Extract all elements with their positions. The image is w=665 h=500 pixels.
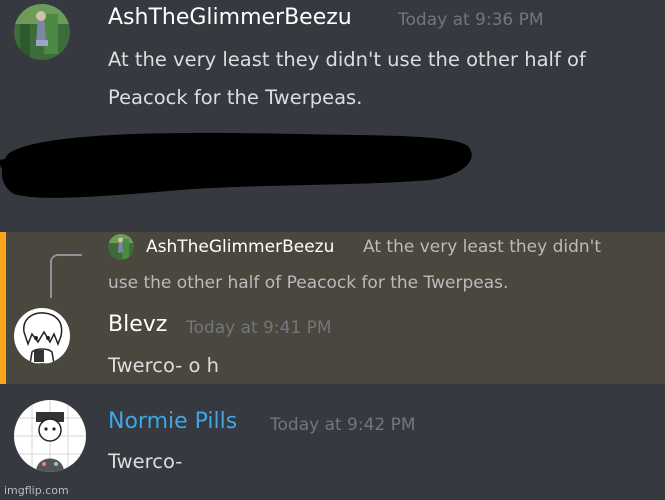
watermark: imgflip.com [4,484,69,497]
message-text-line: Peacock for the Twerpeas. [108,86,363,109]
redaction-scribble [0,132,472,198]
reply-preview-text[interactable]: use the other half of Peacock for the Tw… [108,273,508,293]
message-timestamp: Today at 9:42 PM [270,415,416,435]
message-author-name[interactable]: Normie Pills [108,409,237,434]
message-timestamp: Today at 9:41 PM [186,318,332,338]
message-author-name[interactable]: Blevz [108,312,167,337]
message-text-line: At the very least they didn't use the ot… [108,48,586,71]
reply-author-name[interactable]: AshTheGlimmerBeezu [146,237,334,257]
reply-preview-text[interactable]: At the very least they didn't [363,237,601,257]
message-timestamp: Today at 9:36 PM [398,10,544,30]
message-author-name[interactable]: AshTheGlimmerBeezu [108,5,352,30]
message-text-line: Twerco- [108,450,183,473]
chat-log: AshTheGlimmerBeezu Today at 9:36 PM At t… [0,0,665,500]
reply-avatar-icon[interactable] [108,234,134,260]
mention-highlight-bar [0,232,6,384]
message-text-line: Twerco- o h [108,354,219,377]
blevz-avatar-icon[interactable] [14,308,70,364]
normie-avatar-icon[interactable] [14,400,86,472]
ash-avatar-icon[interactable] [14,4,70,60]
reply-spine [50,254,82,298]
